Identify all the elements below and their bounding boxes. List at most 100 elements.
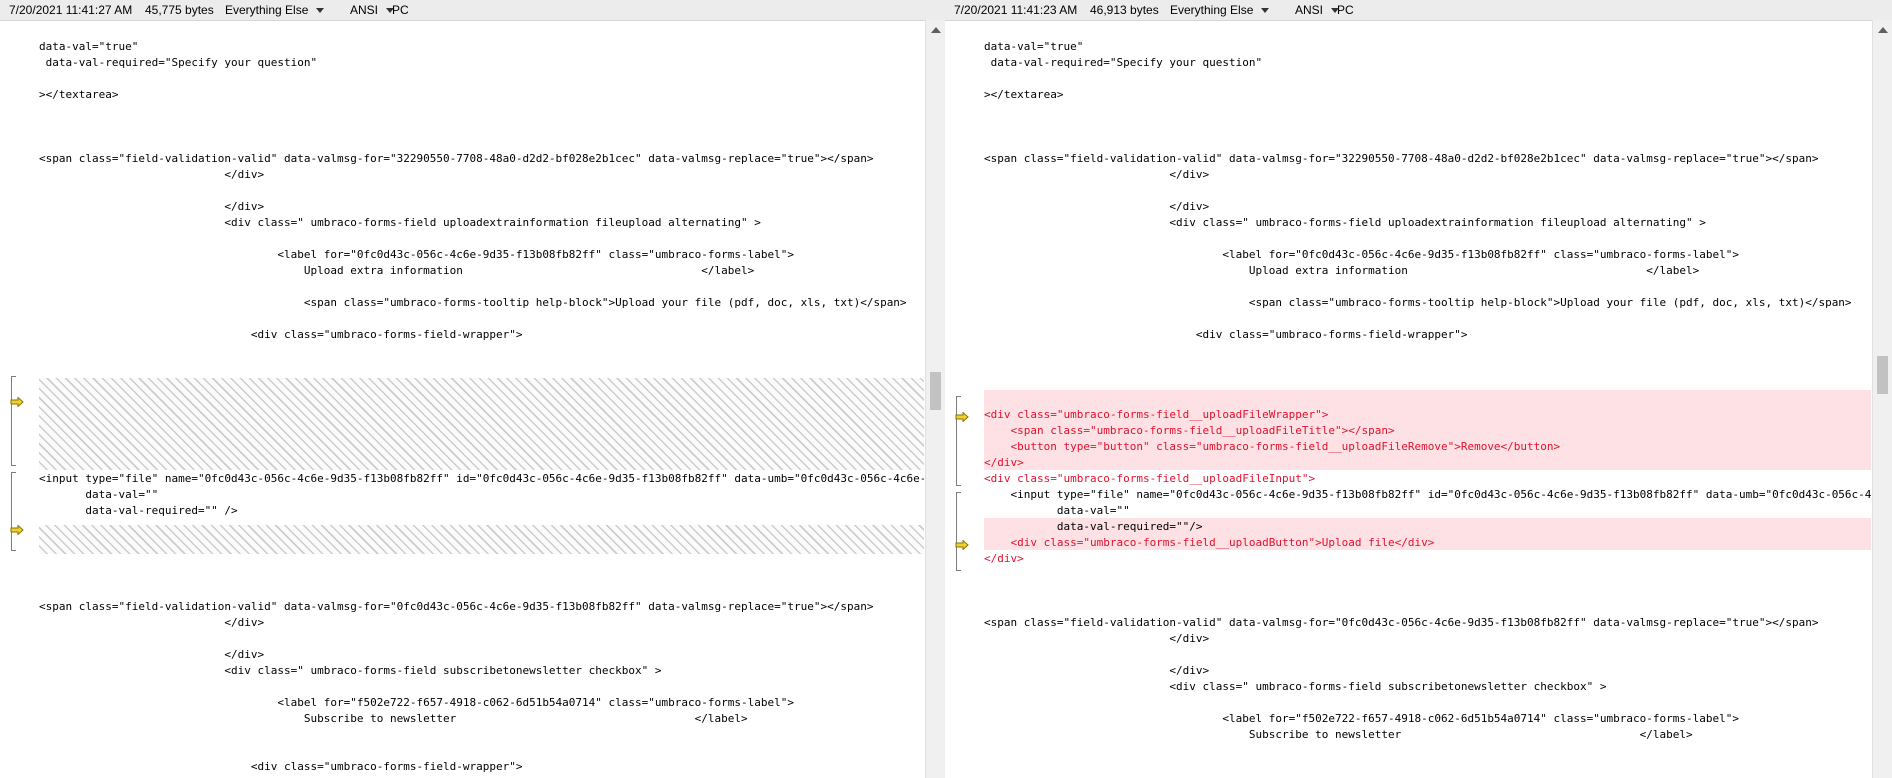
- code-line: <span class="umbraco-forms-tooltip help-…: [39, 296, 907, 309]
- code-line: </div>: [984, 552, 1024, 565]
- code-line: data-val="true": [39, 40, 139, 53]
- code-line: </div>: [984, 200, 1210, 213]
- code-line: <div class="umbraco-forms-field-wrapper"…: [984, 328, 1468, 341]
- code-line: <label for="f502e722-f657-4918-c062-6d51…: [39, 696, 794, 709]
- code-line: </div>: [39, 168, 265, 181]
- dropdown-arrow-icon: [316, 8, 325, 14]
- left-line-ending: PC: [392, 3, 409, 17]
- code-line: <div class=" umbraco-forms-field subscri…: [39, 664, 662, 677]
- code-line: <input type="file" name="0fc0d43c-056c-4…: [39, 472, 924, 485]
- code-line: </div>: [39, 616, 265, 629]
- right-encoding-dropdown[interactable]: ANSI: [1295, 3, 1340, 17]
- code-line: <div class="umbraco-forms-field__uploadF…: [984, 472, 1316, 485]
- diff-marker-arrow-icon[interactable]: [955, 540, 969, 550]
- code-line: <div class="umbraco-forms-field__uploadF…: [984, 408, 1329, 421]
- left-gutter: [0, 20, 36, 778]
- scroll-up-arrow-icon[interactable]: [931, 27, 941, 33]
- right-status-bar: 7/20/2021 11:41:23 AM 46,913 bytes Every…: [945, 0, 1892, 21]
- code-line: <div class=" umbraco-forms-field uploade…: [984, 216, 1706, 229]
- right-scrollbar[interactable]: [1872, 20, 1892, 778]
- scroll-up-arrow-icon[interactable]: [1878, 27, 1888, 33]
- left-status-bar: 7/20/2021 11:41:27 AM 45,775 bytes Every…: [0, 0, 945, 21]
- diff-marker-arrow-icon[interactable]: [10, 525, 24, 535]
- code-line: Subscribe to newsletter </label>: [984, 728, 1693, 741]
- right-gutter: [945, 20, 981, 778]
- diff-marker-arrow-icon[interactable]: [955, 412, 969, 422]
- left-scrollbar[interactable]: [925, 20, 945, 778]
- code-line: ></textarea>: [39, 88, 119, 101]
- right-file-pane[interactable]: 7/20/2021 11:41:23 AM 46,913 bytes Every…: [945, 0, 1892, 778]
- code-line: <label for="0fc0d43c-056c-4c6e-9d35-f13b…: [39, 248, 794, 261]
- code-line: data-val="": [984, 504, 1130, 517]
- code-line: data-val-required=""/>: [984, 520, 1203, 533]
- code-line: data-val-required="Specify your question…: [39, 56, 318, 69]
- code-line: <label for="0fc0d43c-056c-4c6e-9d35-f13b…: [984, 248, 1739, 261]
- left-code-view[interactable]: data-val="true" data-val-required="Speci…: [39, 20, 924, 778]
- right-code-view[interactable]: data-val="true" data-val-required="Speci…: [984, 20, 1871, 778]
- code-line: <span class="field-validation-valid" dat…: [39, 152, 874, 165]
- diff-bracket: [956, 396, 961, 486]
- scroll-thumb[interactable]: [930, 372, 941, 410]
- left-encoding-dropdown[interactable]: ANSI: [350, 3, 395, 17]
- code-line: </div>: [39, 200, 265, 213]
- code-line: <span class="field-validation-valid" dat…: [39, 600, 874, 613]
- code-line: <span class="field-validation-valid" dat…: [984, 152, 1819, 165]
- code-line: Upload extra information </label>: [984, 264, 1700, 277]
- right-format-dropdown[interactable]: Everything Else: [1170, 3, 1270, 17]
- code-line: <span class="umbraco-forms-tooltip help-…: [984, 296, 1852, 309]
- diff-bracket: [11, 376, 16, 466]
- dropdown-arrow-icon: [1261, 8, 1270, 14]
- code-line: </div>: [39, 648, 265, 661]
- code-line: <input type="file" name="0fc0d43c-056c-4…: [1010, 488, 1871, 501]
- diff-marker-arrow-icon[interactable]: [10, 397, 24, 407]
- left-format-dropdown[interactable]: Everything Else: [225, 3, 325, 17]
- code-line: <span class="umbraco-forms-field__upload…: [984, 424, 1395, 437]
- left-file-pane[interactable]: 7/20/2021 11:41:27 AM 45,775 bytes Every…: [0, 0, 945, 778]
- diff-bracket: [956, 492, 961, 571]
- code-line: </div>: [984, 664, 1210, 677]
- code-line: <div class=" umbraco-forms-field subscri…: [984, 680, 1607, 693]
- code-line: </div>: [984, 632, 1210, 645]
- right-timestamp: 7/20/2021 11:41:23 AM: [954, 3, 1078, 17]
- code-line: data-val="true": [984, 40, 1084, 53]
- scroll-thumb[interactable]: [1877, 356, 1888, 394]
- code-line: <span class="field-validation-valid" dat…: [984, 616, 1819, 629]
- right-line-ending: PC: [1337, 3, 1354, 17]
